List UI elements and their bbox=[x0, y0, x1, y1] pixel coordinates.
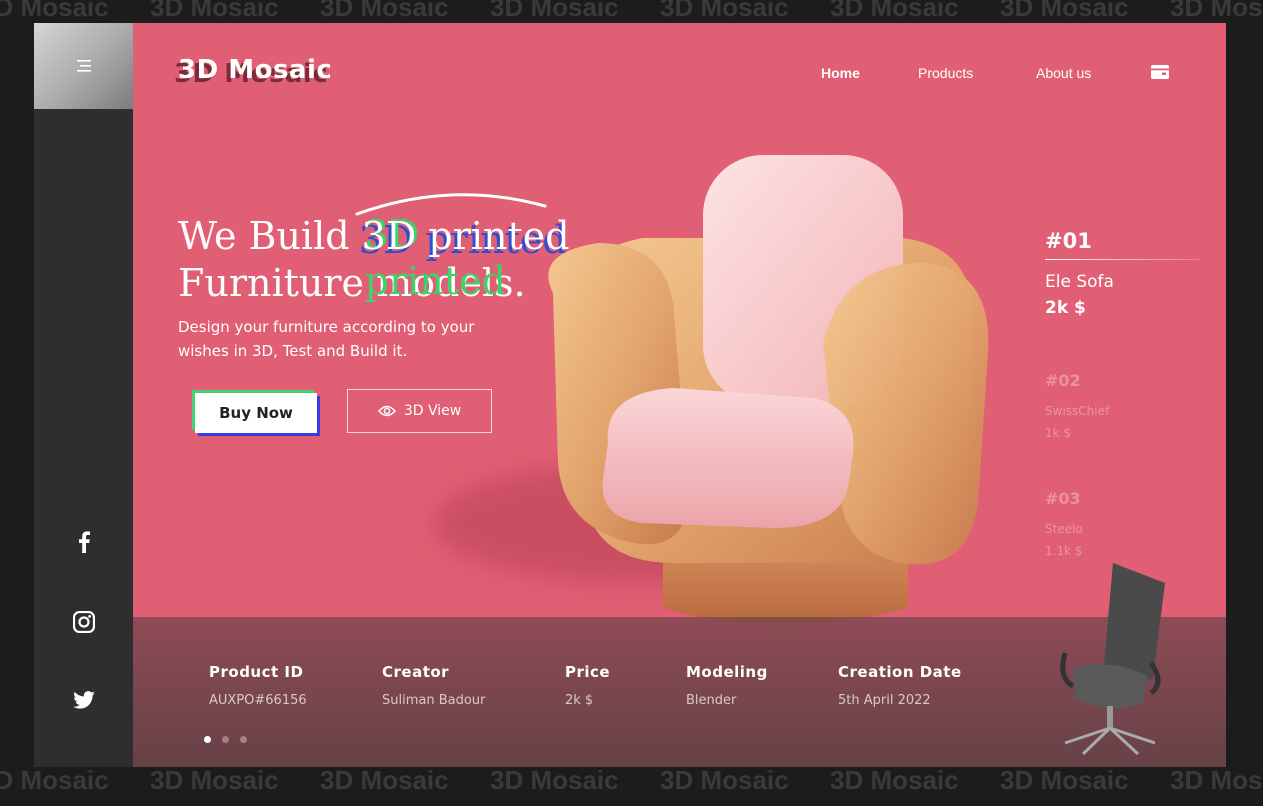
brand-logo[interactable]: 3D Mosaic bbox=[178, 55, 332, 85]
3d-view-label: 3D View bbox=[403, 403, 462, 419]
instagram-link[interactable] bbox=[34, 611, 133, 633]
menu-button[interactable] bbox=[34, 23, 133, 109]
eye-icon bbox=[377, 405, 396, 417]
3d-view-button[interactable]: 3D View bbox=[347, 389, 492, 433]
hero-section: 3D Mosaic Home Products About us We Buil… bbox=[133, 23, 1226, 767]
detail-product-id: Product ID AUXPO#66156 bbox=[209, 663, 307, 708]
nav-about-us[interactable]: About us bbox=[1036, 65, 1091, 81]
product-item-2[interactable]: #02 SwissChief 1k $ bbox=[1045, 371, 1109, 444]
buy-now-button[interactable]: Buy Now bbox=[195, 393, 317, 433]
carousel-dots bbox=[204, 736, 247, 743]
app-window: 3D Mosaic Home Products About us We Buil… bbox=[34, 23, 1226, 767]
detail-creation-date: Creation Date 5th April 2022 bbox=[838, 663, 962, 708]
product-number: #03 bbox=[1045, 489, 1081, 508]
carousel-dot-1[interactable] bbox=[204, 736, 211, 743]
product-number: #02 bbox=[1045, 371, 1081, 390]
hero-subtitle: Design your furniture according to your … bbox=[178, 318, 475, 360]
nav-products[interactable]: Products bbox=[918, 65, 973, 81]
detail-modeling: Modeling Blender bbox=[686, 663, 768, 708]
headline-text: We Build bbox=[178, 214, 362, 258]
product-underline bbox=[1045, 259, 1200, 260]
office-chair-image[interactable] bbox=[1043, 558, 1173, 758]
detail-creator: Creator Suliman Badour bbox=[382, 663, 486, 708]
product-price: 1k $ bbox=[1045, 426, 1072, 440]
wallet-icon[interactable] bbox=[1151, 65, 1169, 79]
hero-headline: We Build 3D printed 3D printed 3D printed … bbox=[178, 212, 570, 307]
carousel-dot-2[interactable] bbox=[222, 736, 229, 743]
watermark-row-top: 3D Mosaic3D Mosaic3D Mosaic3D Mosaic3D M… bbox=[0, 0, 1263, 22]
product-name: SwissChief bbox=[1045, 404, 1110, 418]
product-item-1[interactable]: #01 Ele Sofa 2k $ bbox=[1045, 229, 1200, 318]
product-name: Steelo bbox=[1045, 522, 1083, 536]
armchair-image bbox=[548, 155, 989, 626]
twitter-icon bbox=[72, 691, 95, 709]
twitter-link[interactable] bbox=[34, 691, 133, 709]
watermark-row-bottom: 3D Mosaic3D Mosaic3D Mosaic3D Mosaic3D M… bbox=[0, 765, 1263, 795]
hamburger-icon bbox=[76, 60, 91, 72]
facebook-icon bbox=[78, 531, 90, 553]
left-rail bbox=[34, 23, 133, 767]
product-item-3[interactable]: #03 Steelo 1.1k $ bbox=[1045, 489, 1083, 562]
instagram-icon bbox=[72, 611, 95, 633]
product-number: #01 bbox=[1045, 229, 1092, 253]
product-price: 2k $ bbox=[1045, 298, 1086, 318]
carousel-dot-3[interactable] bbox=[240, 736, 247, 743]
detail-price: Price 2k $ bbox=[565, 663, 611, 708]
nav-home[interactable]: Home bbox=[821, 65, 860, 81]
facebook-link[interactable] bbox=[34, 531, 133, 553]
product-name: Ele Sofa bbox=[1045, 272, 1114, 292]
